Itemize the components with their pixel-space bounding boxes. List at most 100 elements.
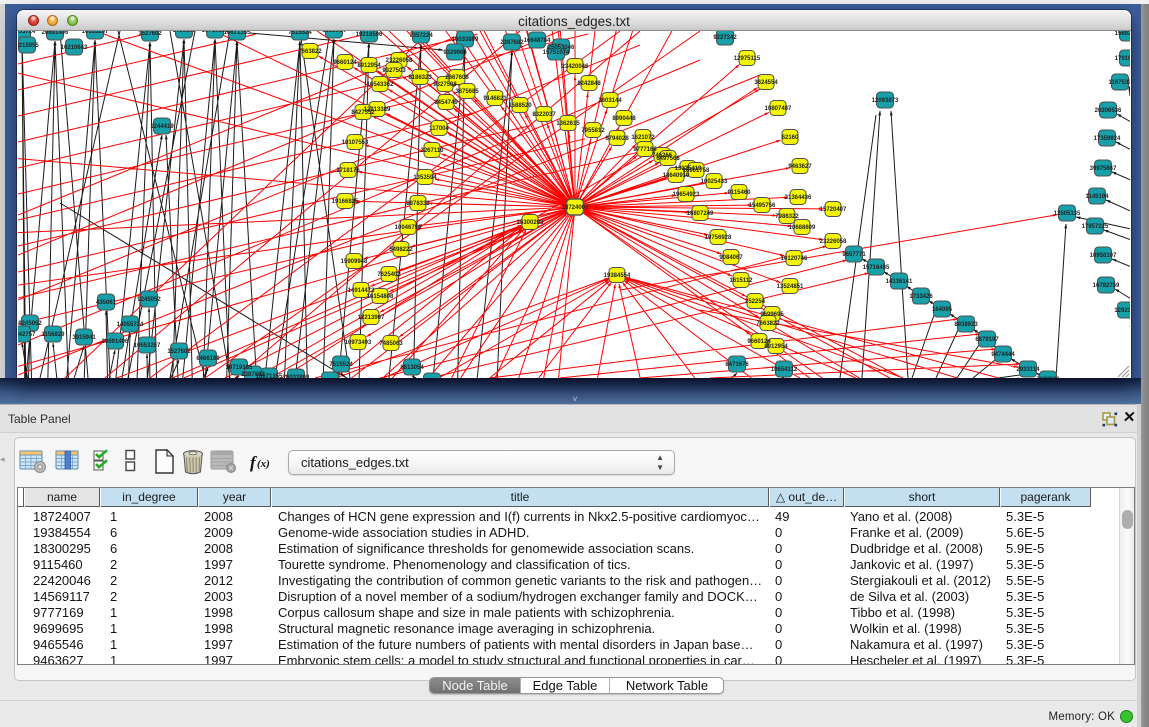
- svg-text:23420046: 23420046: [562, 64, 589, 70]
- svg-text:3267110: 3267110: [420, 148, 444, 154]
- svg-text:2718176: 2718176: [336, 168, 360, 174]
- svg-text:16671355: 16671355: [224, 31, 251, 36]
- svg-text:1244419: 1244419: [150, 124, 174, 130]
- svg-text:17359924: 17359924: [1094, 136, 1121, 142]
- svg-text:20206536: 20206536: [1095, 108, 1122, 114]
- svg-text:19218506: 19218506: [356, 32, 383, 38]
- svg-text:10046796: 10046796: [395, 225, 422, 231]
- svg-text:8938923: 8938923: [954, 322, 978, 328]
- svg-text:18807249: 18807249: [687, 211, 714, 217]
- svg-text:3875685: 3875685: [455, 89, 479, 95]
- svg-text:21364436: 21364436: [785, 195, 812, 201]
- svg-text:435061: 435061: [96, 300, 117, 306]
- svg-text:7632621: 7632621: [1036, 377, 1060, 378]
- svg-text:164095: 164095: [932, 307, 953, 313]
- svg-text:2387682: 2387682: [241, 372, 265, 378]
- svg-text:19384554: 19384554: [604, 273, 631, 279]
- svg-text:1167533: 1167533: [1108, 80, 1130, 86]
- svg-text:10807487: 10807487: [765, 106, 792, 112]
- svg-text:2867608: 2867608: [445, 75, 469, 81]
- svg-text:3915941: 3915941: [72, 335, 96, 341]
- svg-text:9227342: 9227342: [713, 35, 737, 41]
- svg-text:8471676: 8471676: [725, 362, 749, 368]
- svg-text:3215955: 3215955: [18, 43, 39, 49]
- svg-text:8813054: 8813054: [322, 31, 346, 34]
- svg-text:9115460: 9115460: [727, 190, 751, 196]
- svg-text:8878332: 8878332: [406, 201, 430, 207]
- svg-text:15909948: 15909948: [341, 259, 368, 265]
- svg-text:15692971: 15692971: [1115, 31, 1130, 37]
- svg-text:12975115: 12975115: [734, 56, 761, 62]
- svg-text:16033809: 16033809: [283, 375, 310, 378]
- svg-text:16782759: 16782759: [1093, 283, 1120, 289]
- svg-text:8186323: 8186323: [408, 75, 432, 81]
- svg-text:10958107: 10958107: [1090, 253, 1117, 259]
- svg-text:9463627: 9463627: [788, 164, 812, 170]
- svg-text:9660124: 9660124: [333, 60, 357, 66]
- svg-text:6466160: 6466160: [172, 31, 196, 34]
- svg-text:7663822: 7663822: [756, 321, 780, 327]
- svg-text:19654923: 19654923: [673, 192, 700, 198]
- svg-text:1621072: 1621072: [631, 135, 655, 141]
- svg-text:8912954: 8912954: [357, 63, 381, 69]
- svg-text:23226058: 23226058: [386, 58, 413, 64]
- svg-text:19166825: 19166825: [332, 199, 359, 205]
- svg-text:10025433: 10025433: [701, 179, 728, 185]
- svg-text:17016504: 17016504: [1115, 56, 1130, 62]
- svg-text:9329966: 9329966: [443, 50, 467, 56]
- svg-text:1588520: 1588520: [508, 103, 532, 109]
- svg-text:9327508: 9327508: [433, 82, 457, 88]
- svg-text:15716485: 15716485: [863, 265, 890, 271]
- svg-text:5498222: 5498222: [389, 247, 413, 253]
- svg-text:7485063: 7485063: [379, 341, 403, 347]
- svg-text:17957225: 17957225: [1082, 224, 1109, 230]
- svg-text:10719185: 10719185: [226, 365, 253, 371]
- svg-text:15495756: 15495756: [749, 203, 776, 209]
- svg-text:1615112: 1615112: [729, 278, 753, 284]
- svg-text:16120746: 16120746: [781, 256, 808, 262]
- svg-text:117004: 117004: [429, 126, 449, 132]
- svg-text:25300203: 25300203: [517, 220, 544, 226]
- svg-text:15720407: 15720407: [820, 207, 847, 213]
- svg-text:9242848: 9242848: [577, 81, 601, 87]
- svg-text:9474444: 9474444: [991, 352, 1015, 358]
- svg-text:12213967: 12213967: [358, 315, 385, 321]
- svg-text:6879197: 6879197: [975, 337, 999, 343]
- svg-text:6794028: 6794028: [605, 136, 629, 142]
- svg-text:2933114: 2933114: [1016, 367, 1040, 373]
- svg-text:6466160: 6466160: [196, 356, 220, 362]
- svg-text:9084067: 9084067: [719, 255, 743, 261]
- svg-text:9245052: 9245052: [18, 321, 42, 327]
- svg-text:8912954: 8912954: [764, 344, 788, 350]
- svg-text:8813054: 8813054: [400, 365, 424, 371]
- svg-text:10653267: 10653267: [134, 343, 161, 349]
- svg-text:10107553: 10107553: [342, 140, 369, 146]
- svg-text:7357224: 7357224: [409, 33, 433, 39]
- svg-text:2603144: 2603144: [598, 98, 622, 104]
- svg-text:9146821: 9146821: [483, 96, 507, 102]
- svg-text:16154808: 16154808: [367, 294, 394, 300]
- svg-text:16648784: 16648784: [524, 38, 551, 44]
- svg-text:16543362: 16543362: [367, 82, 394, 88]
- svg-text:7515524: 7515524: [329, 362, 353, 368]
- svg-text:62160: 62160: [782, 135, 799, 141]
- svg-text:19756928: 19756928: [705, 235, 732, 241]
- svg-text:10688609: 10688609: [789, 225, 816, 231]
- svg-text:8427552: 8427552: [351, 110, 375, 116]
- svg-text:1527602: 1527602: [138, 31, 162, 37]
- svg-text:7625402: 7625402: [377, 272, 401, 278]
- svg-text:16210643: 16210643: [61, 45, 88, 51]
- svg-text:15751074: 15751074: [543, 50, 570, 56]
- svg-text:7986322: 7986322: [775, 214, 799, 220]
- svg-text:7515524: 7515524: [288, 31, 312, 36]
- svg-text:252254: 252254: [745, 299, 766, 305]
- svg-text:10653267: 10653267: [82, 31, 109, 35]
- svg-text:3624554: 3624554: [754, 80, 778, 86]
- svg-text:16961758: 16961758: [683, 168, 710, 174]
- svg-text:7663822: 7663822: [298, 49, 322, 55]
- svg-text:9657771: 9657771: [842, 252, 866, 258]
- svg-text:1292346: 1292346: [1114, 308, 1130, 314]
- svg-text:20691406: 20691406: [42, 31, 69, 36]
- svg-text:9327503: 9327503: [382, 68, 406, 74]
- svg-text:1527602: 1527602: [167, 349, 191, 355]
